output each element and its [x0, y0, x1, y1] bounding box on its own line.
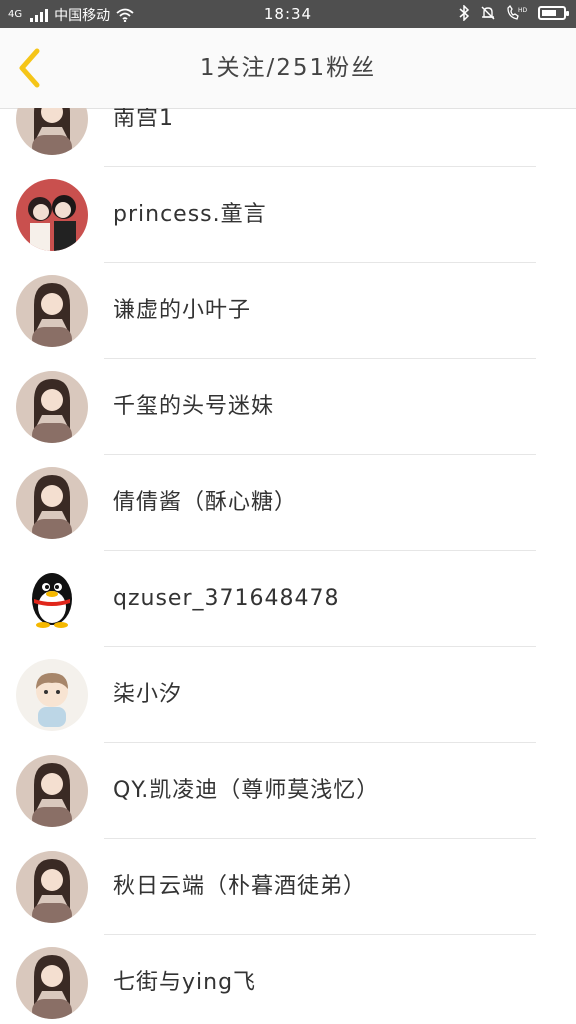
page-title: 1关注/251粉丝: [199, 55, 377, 81]
follower-name: princess.童言: [113, 202, 267, 227]
status-bar: 4G 中国移动 18:34 HD: [0, 0, 576, 28]
follower-list[interactable]: 南宫1 princess.童言 谦虚的小叶子 千玺的头号迷妹 倩倩酱（酥心糖） qzuse…: [0, 108, 576, 1024]
avatar[interactable]: [16, 851, 88, 923]
avatar[interactable]: [16, 179, 88, 251]
avatar[interactable]: [16, 947, 88, 1019]
follower-name: 秋日云端（朴暮酒徒弟）: [113, 874, 367, 899]
list-item[interactable]: QY.凯凌迪（尊师莫浅忆）: [0, 743, 576, 839]
list-item[interactable]: 南宫1: [0, 108, 576, 167]
avatar[interactable]: [16, 659, 88, 731]
avatar[interactable]: [16, 371, 88, 443]
battery-icon: [538, 6, 569, 20]
avatar[interactable]: [16, 467, 88, 539]
avatar[interactable]: [16, 108, 88, 155]
follower-name: qzuser_371648478: [113, 586, 340, 611]
header: 1关注/251粉丝: [0, 28, 576, 109]
follower-name: 倩倩酱（酥心糖）: [113, 490, 298, 515]
follower-name: 柒小汐: [113, 682, 183, 707]
follower-name: QY.凯凌迪（尊师莫浅忆）: [113, 778, 380, 803]
list-item[interactable]: qzuser_371648478: [0, 551, 576, 647]
list-item[interactable]: princess.童言: [0, 167, 576, 263]
follower-name: 七街与ying飞: [113, 970, 257, 995]
list-item[interactable]: 秋日云端（朴暮酒徒弟）: [0, 839, 576, 935]
svg-text:HD: HD: [518, 7, 528, 14]
avatar[interactable]: [16, 275, 88, 347]
list-item[interactable]: 七街与ying飞: [0, 935, 576, 1024]
bluetooth-icon: [459, 5, 470, 21]
follower-name: 南宫1: [113, 108, 174, 131]
list-item[interactable]: 倩倩酱（酥心糖）: [0, 455, 576, 551]
list-item[interactable]: 柒小汐: [0, 647, 576, 743]
hd-call-icon: HD: [507, 5, 528, 20]
follower-name: 千玺的头号迷妹: [113, 394, 275, 419]
list-item[interactable]: 千玺的头号迷妹: [0, 359, 576, 455]
mute-bell-icon: [481, 6, 495, 20]
avatar[interactable]: [16, 563, 88, 635]
follower-name: 谦虚的小叶子: [113, 298, 252, 323]
status-right: HD: [458, 5, 569, 21]
avatar[interactable]: [16, 755, 88, 827]
list-item[interactable]: 谦虚的小叶子: [0, 263, 576, 359]
